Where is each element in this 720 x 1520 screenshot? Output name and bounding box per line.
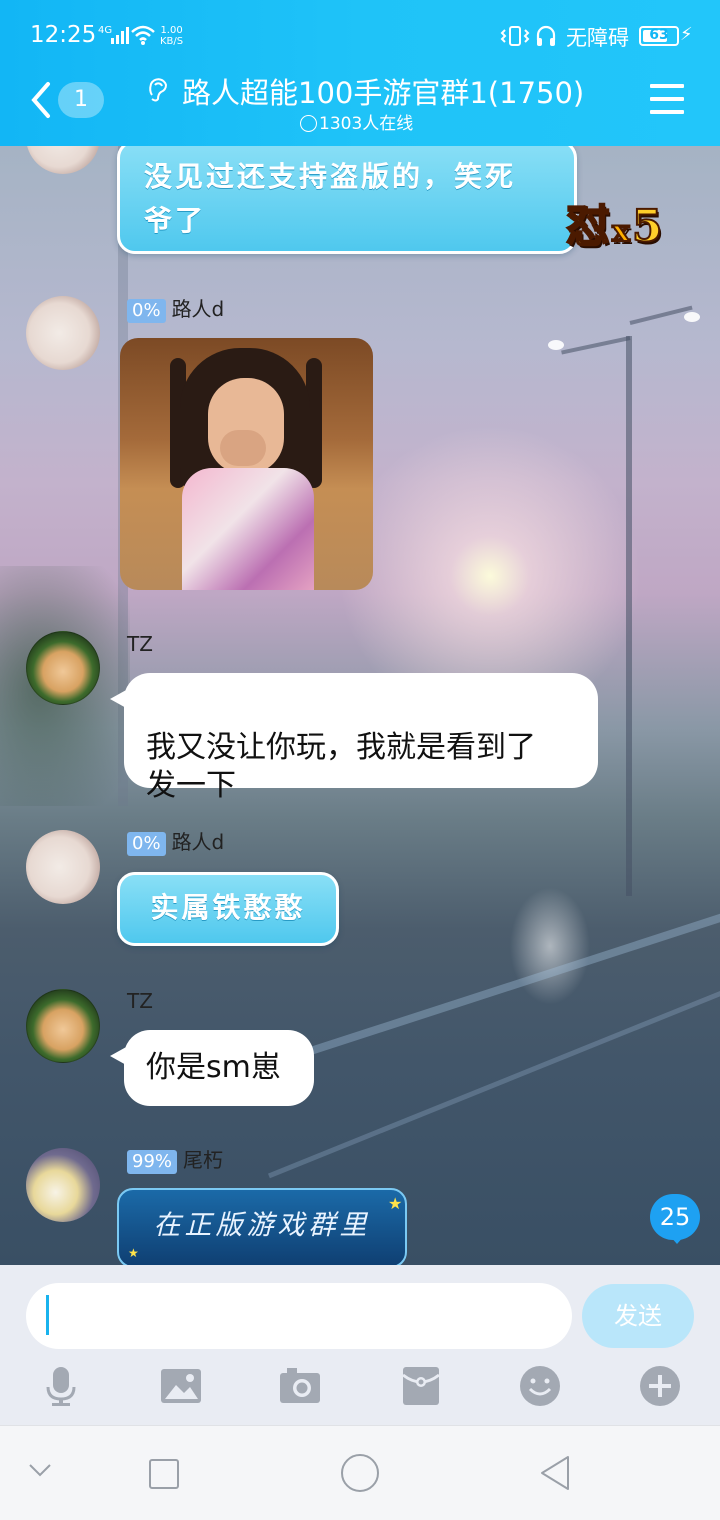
charging-icon: ⚡: [680, 24, 693, 45]
microphone-icon[interactable]: [40, 1365, 82, 1407]
message-text: 你是sm崽: [146, 1050, 281, 1085]
combo-effect: 怼x5: [565, 200, 665, 253]
image-message[interactable]: [120, 338, 373, 590]
avatar[interactable]: [26, 631, 100, 705]
avatar[interactable]: [26, 296, 100, 370]
sparkle-icon: ★: [128, 1246, 139, 1260]
avatar[interactable]: [26, 830, 100, 904]
home-button[interactable]: [341, 1454, 379, 1492]
red-packet-icon[interactable]: [400, 1365, 442, 1407]
sender-name[interactable]: 路人d: [172, 830, 225, 854]
top-bar: 12:25 4G 1.00 KB/S 无障碍 63 ⚡ 1 路人超能100手游官…: [0, 0, 720, 146]
system-nav-bar: [0, 1425, 720, 1520]
recent-apps-button[interactable]: [149, 1459, 179, 1489]
message-bubble[interactable]: 没见过还支持盗版的，笑死 爷了: [117, 146, 577, 254]
battery-icon: 63: [639, 26, 679, 46]
back-nav-icon[interactable]: [538, 1454, 572, 1492]
wifi-icon: [131, 25, 155, 45]
message-input[interactable]: [26, 1283, 572, 1349]
sender-name[interactable]: TZ: [127, 632, 153, 656]
headphone-icon: [536, 25, 556, 46]
street-lamp: [626, 336, 632, 896]
level-badge: 0%: [127, 832, 166, 856]
message-bubble[interactable]: 你是sm崽: [110, 1030, 314, 1106]
plus-icon[interactable]: [639, 1365, 681, 1407]
chevron-down-icon: [300, 115, 317, 132]
group-title[interactable]: 路人超能100手游官群1(1750): [182, 70, 584, 112]
message-bubble[interactable]: 实属铁憨憨: [117, 872, 339, 946]
back-icon[interactable]: [28, 80, 54, 120]
sender-name[interactable]: 路人d: [172, 297, 225, 321]
sender-row: 99% 尾朽: [127, 1148, 223, 1174]
avatar[interactable]: [26, 1148, 100, 1222]
level-badge: 99%: [127, 1150, 178, 1174]
emoji-icon[interactable]: [519, 1365, 561, 1407]
chevron-down-icon[interactable]: [28, 1462, 52, 1478]
camera-icon[interactable]: [279, 1365, 321, 1407]
new-messages-badge[interactable]: 25: [650, 1194, 700, 1244]
sender-row: 0% 路人d: [127, 830, 224, 856]
avatar[interactable]: [26, 146, 100, 174]
image-icon[interactable]: [160, 1365, 202, 1407]
online-count[interactable]: 1303人在线: [300, 109, 413, 134]
sparkle-icon: ★: [388, 1194, 403, 1213]
level-badge: 0%: [127, 299, 166, 323]
sender-name[interactable]: 尾朽: [183, 1148, 223, 1172]
status-time: 12:25: [30, 22, 97, 48]
message-text: 我又没让你玩，我就是看到了 发一下: [146, 730, 536, 803]
unread-badge[interactable]: 1: [58, 82, 104, 118]
sender-row: TZ: [127, 989, 153, 1015]
sender-row: TZ: [127, 632, 153, 658]
accessibility-label: 无障碍: [566, 26, 629, 50]
text-cursor: [46, 1295, 49, 1335]
message-bubble[interactable]: 在正版游戏群里: [117, 1188, 407, 1265]
vibrate-icon: [500, 26, 530, 46]
ear-icon[interactable]: [146, 73, 170, 103]
sender-row: 0% 路人d: [127, 297, 224, 323]
signal-icon: [111, 27, 129, 44]
sender-name[interactable]: TZ: [127, 989, 153, 1013]
input-bar: 发送: [0, 1265, 720, 1425]
message-bubble[interactable]: 我又没让你玩，我就是看到了 发一下: [110, 673, 598, 803]
net-speed: 1.00 KB/S: [160, 25, 184, 47]
chat-area[interactable]: 没见过还支持盗版的，笑死 爷了 怼x5 0% 路人d TZ 我又没让你玩，我就是看…: [0, 146, 720, 1265]
avatar[interactable]: [26, 989, 100, 1063]
menu-icon[interactable]: [650, 84, 684, 114]
send-button[interactable]: 发送: [582, 1284, 694, 1348]
battery-level: 63: [649, 27, 669, 43]
status-bar: 12:25 4G 1.00 KB/S 无障碍 63 ⚡: [0, 0, 720, 70]
